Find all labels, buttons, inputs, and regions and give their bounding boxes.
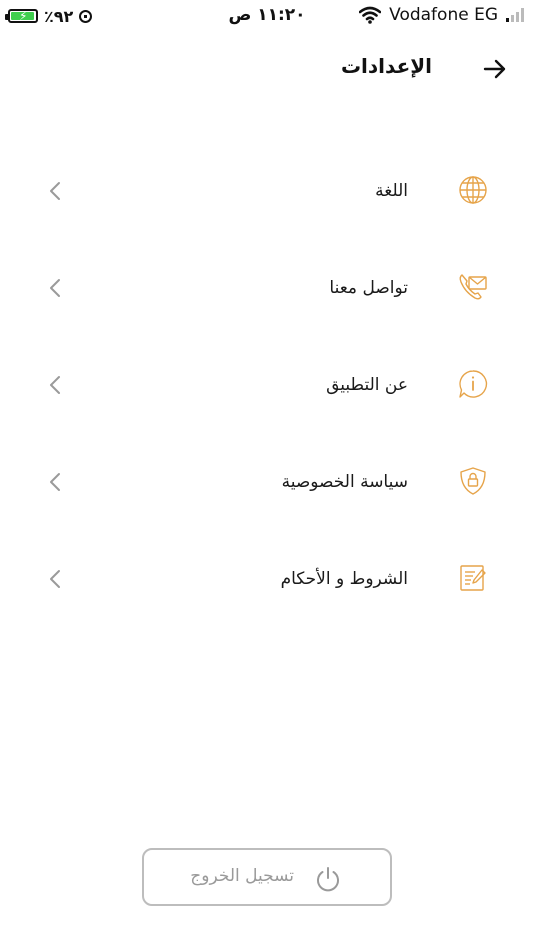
menu-item-terms-conditions[interactable]: الشروط و الأحكام (0, 533, 534, 630)
envelope-phone-icon (459, 274, 487, 300)
settings-menu: اللغة تواصل معنا عن التطبيق سياسة الخصوص… (0, 145, 534, 630)
menu-item-label: سياسة الخصوصية (281, 472, 408, 492)
carrier-name: Vodafone EG (389, 5, 498, 25)
wifi-icon (359, 6, 382, 24)
globe-icon (459, 176, 487, 204)
status-bar: ⚡ ٪٩٢ ١١:٢٠ ص Vodafone EG (0, 0, 534, 32)
chevron-left-icon (50, 473, 60, 491)
menu-item-privacy-policy[interactable]: سياسة الخصوصية (0, 436, 534, 533)
chevron-left-icon (50, 376, 60, 394)
menu-item-label: عن التطبيق (326, 375, 408, 395)
menu-item-label: تواصل معنا (329, 278, 408, 298)
page-title: الإعدادات (340, 54, 432, 78)
logout-label: تسجيل الخروج (190, 866, 294, 886)
menu-item-about-app[interactable]: عن التطبيق (0, 339, 534, 436)
header: الإعدادات (0, 48, 534, 88)
info-chat-icon (459, 370, 488, 398)
menu-item-contact-us[interactable]: تواصل معنا (0, 242, 534, 339)
arrow-right-icon[interactable] (482, 56, 508, 82)
chevron-left-icon (50, 570, 60, 588)
signal-bars-icon (506, 8, 524, 22)
chevron-left-icon (50, 182, 60, 200)
menu-item-label: الشروط و الأحكام (280, 569, 408, 589)
chevron-left-icon (50, 279, 60, 297)
status-right: Vodafone EG (359, 5, 524, 25)
shield-lock-icon (460, 467, 486, 495)
document-edit-icon (460, 565, 486, 591)
power-icon (317, 867, 339, 892)
logout-button[interactable]: تسجيل الخروج (142, 848, 392, 906)
menu-item-language[interactable]: اللغة (0, 145, 534, 242)
menu-item-label: اللغة (375, 181, 408, 201)
